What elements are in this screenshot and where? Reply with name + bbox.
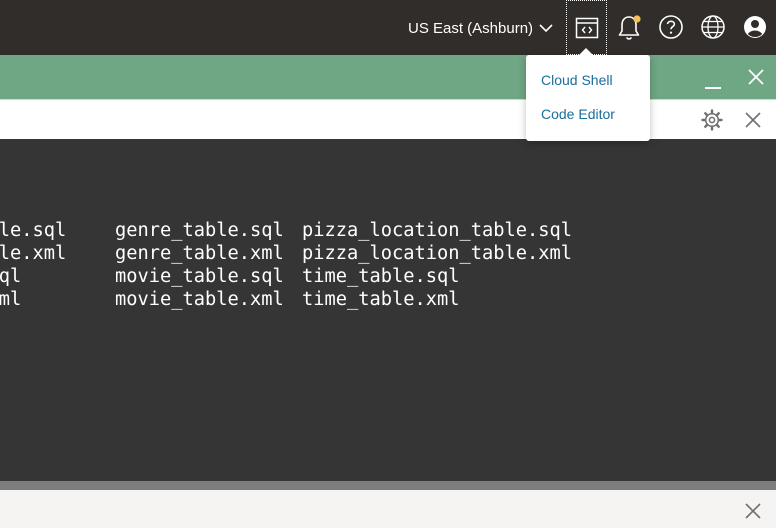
terminal-line: table.sql genre_table.sql pizza_location… (0, 219, 776, 242)
terminal-file-name: time_table.sql (302, 266, 460, 287)
terminal-file-name: table.sql (0, 220, 67, 241)
terminal-output[interactable]: table.sql genre_table.sql pizza_location… (0, 139, 776, 481)
terminal-file-name: genre_table.xml (115, 243, 284, 264)
notifications-button[interactable] (614, 13, 644, 43)
console-window: US East (Ashburn) le.sql genre_table.sql… (0, 0, 776, 528)
close-icon (745, 112, 761, 128)
developer-tools-menu: Cloud Shell Code Editor (526, 48, 650, 141)
help-button[interactable] (656, 12, 686, 42)
developer-tools-button[interactable] (566, 0, 607, 55)
terminal-file-name: pizza_location_table.xml (302, 243, 573, 264)
profile-button[interactable] (740, 12, 770, 42)
language-button[interactable] (698, 12, 728, 42)
gear-icon (701, 109, 723, 131)
bottom-panel (0, 490, 776, 528)
close-icon (745, 503, 761, 519)
developer-tools-icon (575, 17, 598, 38)
terminal-file-name: e.xml (0, 289, 22, 310)
close-bottom-panel-button[interactable] (743, 501, 763, 521)
menu-item-code-editor[interactable]: Code Editor (541, 106, 615, 122)
settings-button[interactable] (700, 108, 724, 132)
terminal-file-name: movie_table.sql (115, 266, 284, 287)
terminal-line: e.sql movie_table.sql time_table.sql (0, 265, 776, 288)
terminal-file-name: e.sql (0, 266, 22, 287)
cloud-shell-header (0, 55, 776, 99)
terminal-file-name: table.xml (0, 243, 67, 264)
close-cloud-shell-button[interactable] (746, 67, 766, 87)
chevron-down-icon (539, 24, 553, 33)
region-label: US East (Ashburn) (408, 19, 534, 37)
menu-item-cloud-shell[interactable]: Cloud Shell (541, 72, 613, 88)
profile-icon (744, 16, 766, 38)
terminal-file-name: pizza_location_table.sql (302, 220, 573, 241)
bell-icon (618, 15, 641, 40)
notification-dot (633, 15, 641, 23)
terminal-file-name: time_table.xml (302, 289, 460, 310)
terminal-line: table.xml genre_table.xml pizza_location… (0, 242, 776, 265)
close-toolbar-button[interactable] (743, 110, 763, 130)
terminal-horizontal-scrollbar[interactable] (0, 481, 776, 490)
help-icon (659, 15, 683, 39)
globe-icon (701, 15, 725, 39)
close-icon (748, 69, 764, 85)
terminal-file-name: movie_table.xml (115, 289, 284, 310)
region-selector[interactable]: US East (Ashburn) (408, 17, 553, 39)
terminal-line: e.xml movie_table.xml time_table.xml (0, 288, 776, 311)
terminal-file-name: genre_table.sql (115, 220, 284, 241)
cloud-shell-toolbar (0, 99, 776, 139)
minimize-button[interactable] (704, 66, 724, 90)
